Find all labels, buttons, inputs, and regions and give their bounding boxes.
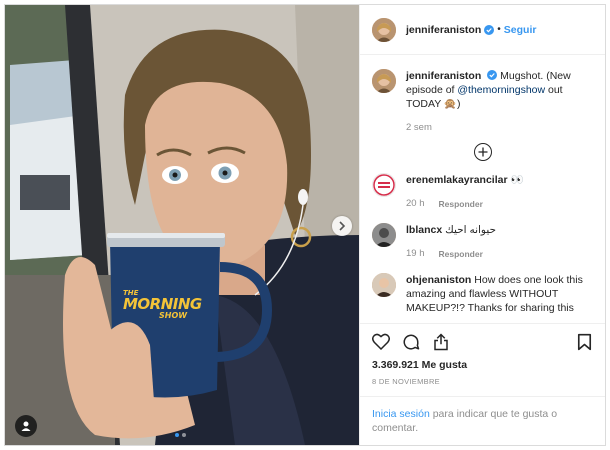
- caption-mention-link[interactable]: @themorningshow: [457, 84, 545, 96]
- save-button[interactable]: [573, 331, 595, 353]
- comment-username[interactable]: ohjenaniston: [406, 274, 471, 286]
- login-prompt: Inicia sesión para indicar que te gusta …: [360, 396, 605, 445]
- caption-meta: 2 sem: [406, 121, 593, 135]
- caption: jenniferaniston Mugshot. (New episode of…: [372, 69, 593, 135]
- comment-time[interactable]: 20 h: [406, 197, 425, 211]
- comment-username[interactable]: lblancx: [406, 224, 442, 236]
- carousel-dot: [182, 433, 186, 437]
- verified-icon: [484, 24, 495, 35]
- follow-button[interactable]: Seguir: [504, 24, 537, 36]
- comment-item: lblancx حيوانه احيك 19 h Responder: [372, 223, 593, 261]
- carousel-next-button[interactable]: [332, 216, 352, 236]
- load-more-comments: [372, 143, 593, 161]
- carousel-dot-active: [175, 433, 179, 437]
- share-icon: [434, 332, 448, 350]
- avatar-image: [372, 69, 396, 93]
- comment-body: lblancx حيوانه احيك 19 h Responder: [406, 223, 593, 261]
- caption-time[interactable]: 2 sem: [406, 121, 432, 135]
- chevron-right-icon: [339, 221, 346, 231]
- avatar[interactable]: [372, 17, 396, 42]
- post-side-panel: jenniferaniston • Seguir jenniferaniston…: [359, 5, 605, 445]
- plus-circle-icon: [478, 147, 487, 157]
- heart-icon: [372, 333, 390, 350]
- comment-text: حيوانه احيك: [445, 224, 497, 236]
- header-separator: •: [497, 24, 501, 35]
- photo-scene: [5, 5, 359, 445]
- post-date[interactable]: 8 de noviembre: [360, 371, 605, 386]
- comment-meta: 20 h Responder: [406, 197, 593, 211]
- share-button[interactable]: [430, 331, 452, 353]
- comment-item: ohjenaniston How does one look this amaz…: [372, 273, 593, 315]
- avatar-image: [373, 174, 395, 196]
- caption-username[interactable]: jenniferaniston: [406, 70, 481, 82]
- load-more-button[interactable]: [473, 143, 492, 161]
- comments-list: jenniferaniston Mugshot. (New episode of…: [360, 55, 605, 323]
- reply-button[interactable]: Responder: [439, 247, 483, 261]
- avatar[interactable]: [372, 69, 396, 93]
- carousel-indicator: [175, 433, 186, 437]
- avatar[interactable]: [372, 173, 396, 197]
- comment-body: erenemlakayrancilar 👀 20 h Responder: [406, 173, 593, 211]
- login-link[interactable]: Inicia sesión: [372, 408, 430, 420]
- comment-time[interactable]: 19 h: [406, 247, 425, 261]
- verified-icon: [487, 70, 498, 80]
- header-username[interactable]: jenniferaniston: [406, 24, 481, 36]
- avatar[interactable]: [372, 273, 396, 297]
- comment-text: 👀: [507, 174, 524, 186]
- avatar[interactable]: [372, 223, 396, 247]
- caption-body: jenniferaniston Mugshot. (New episode of…: [406, 69, 593, 135]
- comment-meta: 19 h Responder: [406, 247, 593, 261]
- mug-logo: THE MORNING SHOW: [123, 288, 213, 321]
- post-actions: [360, 323, 605, 359]
- reply-button[interactable]: Responder: [439, 197, 483, 211]
- comment-body: ohjenaniston How does one look this amaz…: [406, 273, 593, 315]
- mug-logo-line2: MORNING: [123, 295, 202, 313]
- likes-count[interactable]: 3.369.921 Me gusta: [360, 359, 605, 371]
- user-tag-icon: [21, 421, 31, 431]
- user-tag-button[interactable]: [15, 415, 37, 437]
- comment-button[interactable]: [400, 331, 422, 353]
- comment-icon: [403, 334, 420, 350]
- avatar-image: [372, 223, 396, 247]
- post-container: THE MORNING SHOW jenniferaniston • Segui…: [4, 4, 606, 446]
- post-photo[interactable]: THE MORNING SHOW: [5, 5, 359, 445]
- comment-item: erenemlakayrancilar 👀 20 h Responder: [372, 173, 593, 211]
- comment-username[interactable]: erenemlakayrancilar: [406, 174, 508, 186]
- post-header: jenniferaniston • Seguir: [360, 5, 605, 55]
- like-button[interactable]: [370, 331, 392, 353]
- avatar-image: [372, 17, 396, 42]
- bookmark-icon: [577, 333, 591, 350]
- avatar-image: [372, 273, 396, 297]
